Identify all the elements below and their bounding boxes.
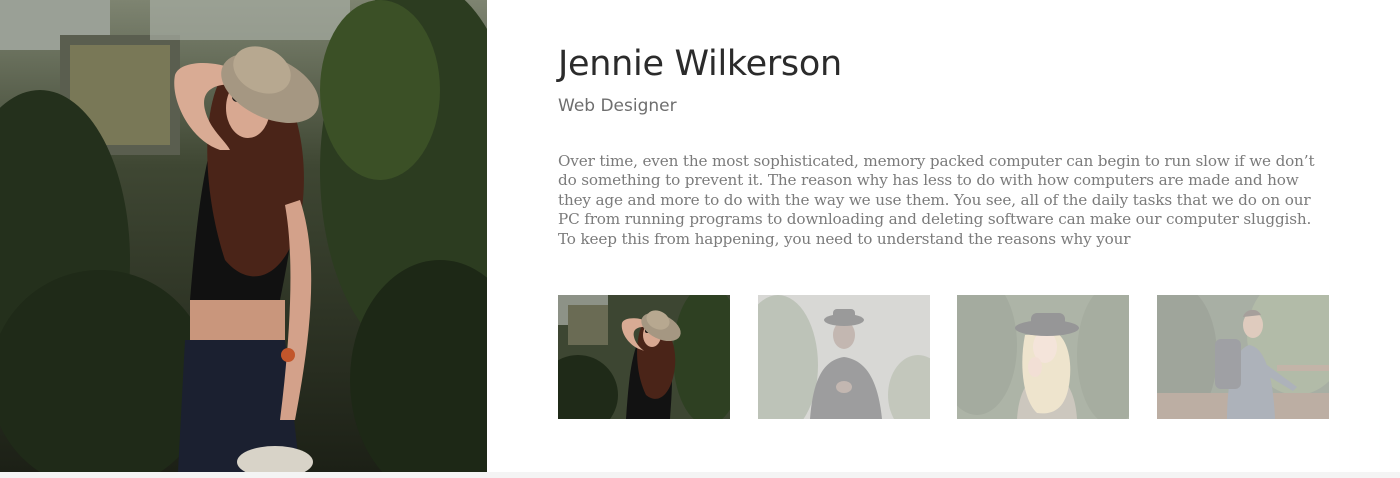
profile-name: Jennie Wilkerson [558,44,842,84]
hiker-thumbnail-icon [1157,295,1329,419]
thumbnail-4[interactable] [1157,295,1329,419]
profile-role: Web Designer [558,96,677,116]
thumbnail-3[interactable] [957,295,1129,419]
thumbnail-1[interactable] [558,295,730,419]
woman-in-hat-thumbnail-icon [558,295,730,419]
thumbnail-2[interactable] [758,295,930,419]
hero-photo [0,0,487,472]
man-in-hat-thumbnail-icon [758,295,930,419]
thumbnail-gallery [558,295,1338,419]
woman-in-hat-photo-icon [0,0,487,472]
profile-bio: Over time, even the most sophisticated, … [558,152,1315,248]
blonde-woman-thumbnail-icon [957,295,1129,419]
profile-card: Jennie Wilkerson Web Designer Over time,… [0,0,1400,472]
